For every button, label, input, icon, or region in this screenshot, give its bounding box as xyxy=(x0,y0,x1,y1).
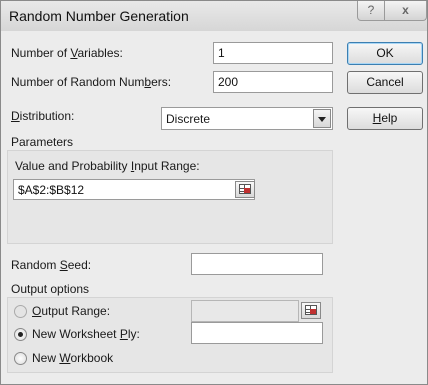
label-text: New Worksheet xyxy=(32,327,120,341)
num-random-label: Number of Random Numbers: xyxy=(11,75,171,89)
label-mnemonic: S xyxy=(59,258,68,272)
label-mnemonic: P xyxy=(119,327,128,341)
label-mnemonic: O xyxy=(32,304,42,318)
parameters-heading: Parameters xyxy=(11,135,74,149)
title-help-button[interactable]: ? xyxy=(357,1,385,21)
range-label: Value and Probability Input Range: xyxy=(15,159,200,173)
label-mnemonic: D xyxy=(11,109,20,123)
range-collapse-button[interactable] xyxy=(235,181,255,198)
label-text: Random xyxy=(11,258,60,272)
close-button[interactable]: x xyxy=(385,1,427,21)
num-random-input[interactable]: 200 xyxy=(213,71,333,93)
select-value: Discrete xyxy=(166,112,211,126)
help-button[interactable]: Help xyxy=(347,107,423,130)
button-text: elp xyxy=(381,111,398,125)
new-workbook-radio[interactable] xyxy=(14,352,27,365)
close-icon: x xyxy=(402,3,409,17)
arrow-mark-icon xyxy=(310,309,316,314)
seed-label: Random Seed: xyxy=(11,258,91,272)
label-text: istribution: xyxy=(19,109,75,123)
question-icon: ? xyxy=(367,3,375,17)
chevron-down-icon[interactable] xyxy=(313,109,331,128)
label-text: Value and Probability xyxy=(15,159,131,173)
label-text: Number of Random Num xyxy=(11,75,145,89)
num-variables-input[interactable]: 1 xyxy=(213,42,333,64)
label-text: ers: xyxy=(151,75,172,89)
range-input[interactable]: $A$2:$B$12 xyxy=(13,179,255,200)
new-worksheet-label: New Worksheet Ply: xyxy=(32,327,140,341)
new-worksheet-radio[interactable] xyxy=(14,328,27,341)
new-workbook-label: New Workbook xyxy=(32,351,113,365)
num-variables-label: Number of Variables: xyxy=(11,46,123,60)
random-number-generation-dialog: Random Number Generation ? x Number of V… xyxy=(0,0,428,385)
input-value: 1 xyxy=(218,46,225,60)
dialog-title: Random Number Generation xyxy=(9,8,189,24)
distribution-label: Distribution: xyxy=(11,109,74,123)
input-value: $A$2:$B$12 xyxy=(18,183,85,197)
output-range-label: Output Range: xyxy=(32,304,110,318)
label-mnemonic: W xyxy=(59,351,71,365)
label-text: ariables: xyxy=(77,46,123,60)
arrow-mark-icon xyxy=(244,188,250,193)
label-text: New xyxy=(32,351,60,365)
label-text: orkbook xyxy=(70,351,114,365)
distribution-select[interactable]: Discrete xyxy=(161,107,333,130)
label-text: eed: xyxy=(67,258,92,272)
title-bar: Random Number Generation ? x xyxy=(1,1,427,31)
new-worksheet-input[interactable] xyxy=(191,322,323,344)
output-range-input[interactable] xyxy=(191,300,299,322)
seed-input[interactable] xyxy=(191,253,323,275)
label-text: utput Range: xyxy=(41,304,111,318)
output-range-collapse-button[interactable] xyxy=(301,302,321,319)
output-range-radio[interactable] xyxy=(14,305,27,318)
label-text: ly: xyxy=(127,327,140,341)
cancel-button[interactable]: Cancel xyxy=(347,71,423,94)
label-text: nput Range: xyxy=(134,159,200,173)
ok-button[interactable]: OK xyxy=(347,42,423,65)
label-text: Number of xyxy=(11,46,71,60)
output-heading: Output options xyxy=(11,282,90,296)
input-value: 200 xyxy=(218,75,239,89)
